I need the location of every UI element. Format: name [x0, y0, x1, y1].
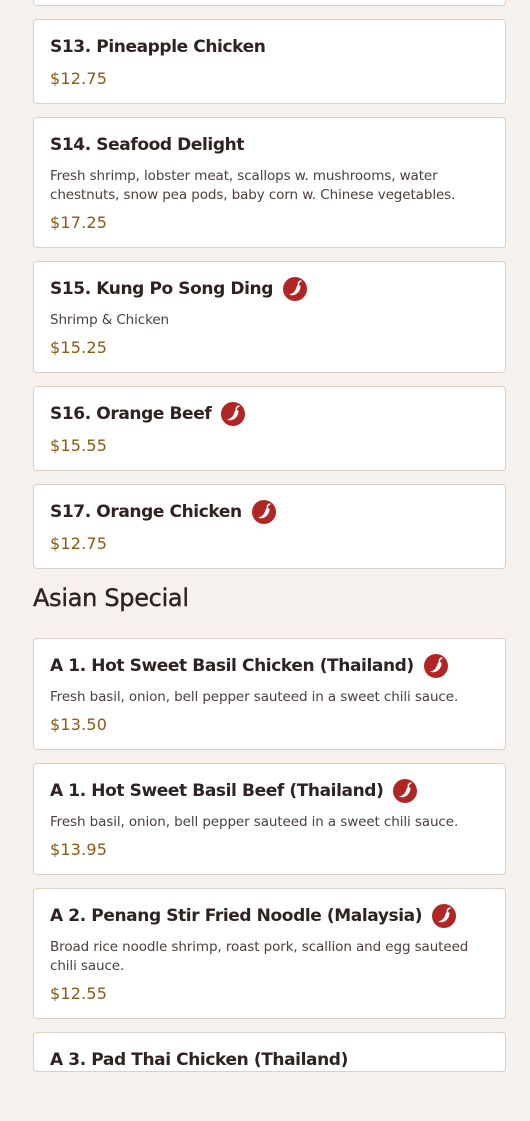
chili-pepper-icon [393, 779, 418, 803]
menu-item-name: S14. Seafood Delight [50, 135, 245, 155]
menu-item-name: S17. Orange Chicken [50, 502, 242, 522]
menu-item-card[interactable]: S15. Kung Po Song Ding Shrimp & Chicken … [33, 261, 506, 373]
menu-item-title-row: S15. Kung Po Song Ding [50, 276, 489, 302]
menu-item-card[interactable]: A 2. Penang Stir Fried Noodle (Malaysia)… [33, 888, 506, 1019]
menu-item-description: Fresh basil, onion, bell pepper sauteed … [50, 814, 459, 830]
menu-item-title-row: S17. Orange Chicken [50, 499, 489, 525]
chili-pepper-icon [432, 904, 457, 928]
menu-item-name: A 2. Penang Stir Fried Noodle (Malaysia) [50, 906, 423, 926]
menu-item-description: Fresh basil, onion, bell pepper sauteed … [50, 689, 459, 705]
menu-item-name: A 1. Hot Sweet Basil Chicken (Thailand) [50, 656, 414, 676]
menu-item-card[interactable]: S13. Pineapple Chicken $12.75 [33, 19, 506, 104]
menu-item-price: $17.25 [50, 213, 108, 232]
menu-item-price: $15.55 [50, 436, 108, 455]
menu-item-card[interactable]: A 1. Hot Sweet Basil Beef (Thailand) Fre… [33, 763, 506, 875]
menu-item-description: Fresh shrimp, lobster meat, scallops w. … [50, 168, 456, 203]
menu-item-card[interactable]: A 1. Hot Sweet Basil Chicken (Thailand) … [33, 638, 506, 750]
menu-item-description: Shrimp & Chicken [50, 312, 170, 328]
chili-pepper-icon [423, 654, 448, 678]
menu-item-price: $13.50 [50, 715, 108, 734]
menu-item-card[interactable]: S14. Seafood Delight Fresh shrimp, lobst… [33, 117, 506, 248]
menu-item-title-row: A 1. Hot Sweet Basil Chicken (Thailand) [50, 653, 489, 679]
menu-item-name: S13. Pineapple Chicken [50, 37, 266, 57]
menu-list: S13. Pineapple Chicken $12.75 S14. Seafo… [33, 0, 506, 1085]
menu-item-price: $12.75 [50, 534, 108, 553]
section-heading: Asian Special [33, 584, 189, 612]
menu-item-name: S16. Orange Beef [50, 404, 212, 424]
menu-item-title-row: A 2. Penang Stir Fried Noodle (Malaysia) [50, 903, 489, 929]
chili-pepper-icon [283, 277, 308, 301]
menu-item-title-row: A 3. Pad Thai Chicken (Thailand) [50, 1047, 489, 1073]
menu-item-card-partial[interactable] [33, 0, 506, 6]
menu-item-price: $12.75 [50, 69, 108, 88]
menu-item-price: $15.25 [50, 338, 108, 357]
menu-item-title-row: S13. Pineapple Chicken [50, 34, 489, 60]
menu-item-card[interactable]: S17. Orange Chicken $12.75 [33, 484, 506, 569]
menu-item-price: $13.95 [50, 840, 108, 859]
menu-item-description: Broad rice noodle shrimp, roast pork, sc… [50, 939, 469, 974]
menu-item-price: $12.55 [50, 984, 108, 1003]
menu-item-name: A 3. Pad Thai Chicken (Thailand) [50, 1050, 348, 1070]
menu-item-title-row: S14. Seafood Delight [50, 132, 489, 158]
menu-item-title-row: S16. Orange Beef [50, 401, 489, 427]
chili-pepper-icon [251, 500, 276, 524]
chili-pepper-icon [221, 402, 246, 426]
menu-item-name: S15. Kung Po Song Ding [50, 279, 274, 299]
menu-item-name: A 1. Hot Sweet Basil Beef (Thailand) [50, 781, 384, 801]
menu-item-title-row: A 1. Hot Sweet Basil Beef (Thailand) [50, 778, 489, 804]
menu-item-card[interactable]: S16. Orange Beef $15.55 [33, 386, 506, 471]
menu-item-card-partial[interactable]: A 3. Pad Thai Chicken (Thailand) [33, 1032, 506, 1072]
